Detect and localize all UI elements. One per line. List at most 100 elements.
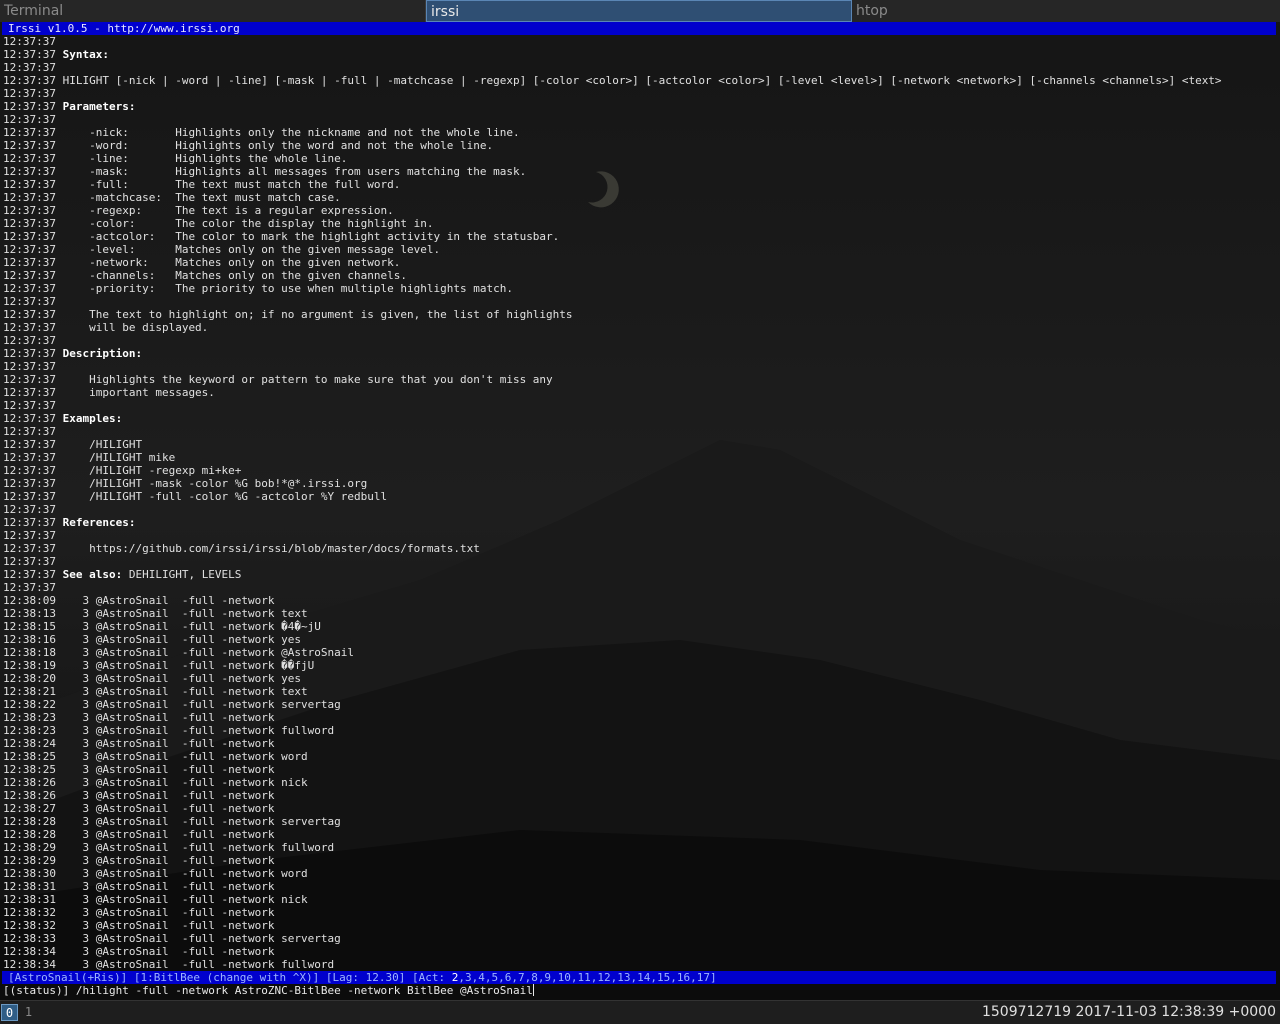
- section-heading: Description:: [62, 347, 143, 360]
- scrollback-line: 12:37:37 -nick: Highlights only the nick…: [3, 126, 1277, 139]
- timestamp: 12:38:20: [3, 672, 56, 685]
- message-text: 3 @AstroSnail -full -network nick: [62, 893, 308, 906]
- message-text: 3 @AstroSnail -full -network: [62, 828, 275, 841]
- tab-irssi[interactable]: irssi: [426, 0, 852, 22]
- timestamp: 12:37:37: [3, 386, 56, 399]
- message-text: /HILIGHT -full -color %G -actcolor %Y re…: [62, 490, 388, 503]
- scrollback-line: 12:38:29 3 @AstroSnail -full -network: [3, 854, 1277, 867]
- timestamp: 12:38:32: [3, 906, 56, 919]
- scrollback-line: 12:38:27 3 @AstroSnail -full -network: [3, 802, 1277, 815]
- timestamp: 12:38:32: [3, 919, 56, 932]
- message-text: 3 @AstroSnail -full -network: [62, 854, 275, 867]
- message-text: -channels: Matches only on the given cha…: [62, 269, 407, 282]
- timestamp: 12:37:37: [3, 126, 56, 139]
- scrollback-line: 12:38:09 3 @AstroSnail -full -network: [3, 594, 1277, 607]
- scrollback-line: 12:37:37: [3, 581, 1277, 594]
- scrollback-line: 12:37:37 References:: [3, 516, 1277, 529]
- timestamp: 12:37:37: [3, 152, 56, 165]
- scrollback-line: 12:38:34 3 @AstroSnail -full -network fu…: [3, 958, 1277, 971]
- timestamp: 12:37:37: [3, 529, 56, 542]
- timestamp: 12:37:37: [3, 399, 56, 412]
- message-text: 3 @AstroSnail -full -network: [62, 919, 275, 932]
- scrollback-line: 12:37:37 Parameters:: [3, 100, 1277, 113]
- timestamp: 12:38:27: [3, 802, 56, 815]
- timestamp: 12:38:26: [3, 789, 56, 802]
- scrollback-line: 12:38:15 3 @AstroSnail -full -network �4…: [3, 620, 1277, 633]
- timestamp: 12:37:37: [3, 217, 56, 230]
- message-text: will be displayed.: [62, 321, 209, 334]
- timestamp: 12:38:21: [3, 685, 56, 698]
- scrollback-line: 12:37:37 /HILIGHT -regexp mi+ke+: [3, 464, 1277, 477]
- timestamp: 12:38:19: [3, 659, 56, 672]
- section-heading: Examples:: [62, 412, 123, 425]
- scrollback-line: 12:37:37 HILIGHT [-nick | -word | -line]…: [3, 74, 1277, 87]
- irssi-status-bar: [AstroSnail(+Ris)] [1:BitlBee (change wi…: [2, 971, 1276, 984]
- message-text: 3 @AstroSnail -full -network yes: [62, 672, 302, 685]
- timestamp: 12:37:37: [3, 243, 56, 256]
- scrollback-line: 12:38:32 3 @AstroSnail -full -network: [3, 906, 1277, 919]
- scrollback-line: 12:37:37 Syntax:: [3, 48, 1277, 61]
- section-heading: See also:: [62, 568, 123, 581]
- scrollback-line: 12:37:37 See also: DEHILIGHT, LEVELS: [3, 568, 1277, 581]
- message-text: 3 @AstroSnail -full -network nick: [62, 776, 308, 789]
- timestamp: 12:37:37: [3, 35, 56, 48]
- scrollback-line: 12:37:37 -full: The text must match the …: [3, 178, 1277, 191]
- scrollback-line: 12:38:26 3 @AstroSnail -full -network ni…: [3, 776, 1277, 789]
- message-text: -nick: Highlights only the nickname and …: [62, 126, 520, 139]
- timestamp: 12:37:37: [3, 139, 56, 152]
- timestamp: 12:37:37: [3, 555, 56, 568]
- timestamp: 12:37:37: [3, 48, 56, 61]
- message-text: 3 @AstroSnail -full -network �4�~jU: [62, 620, 321, 633]
- timestamp: 12:37:37: [3, 347, 56, 360]
- message-text: 3 @AstroSnail -full -network: [62, 737, 275, 750]
- timestamp: 12:37:37: [3, 542, 56, 555]
- message-text: 3 @AstroSnail -full -network: [62, 880, 275, 893]
- tab-terminal[interactable]: Terminal: [0, 0, 426, 22]
- scrollback-line: 12:37:37: [3, 425, 1277, 438]
- scrollback-line: 12:37:37 -level: Matches only on the giv…: [3, 243, 1277, 256]
- timestamp: 12:37:37: [3, 295, 56, 308]
- scrollback-line: 12:38:25 3 @AstroSnail -full -network: [3, 763, 1277, 776]
- input-prompt: [(status)]: [3, 984, 76, 997]
- message-text: /HILIGHT -mask -color %G bob!*@*.irssi.o…: [62, 477, 368, 490]
- workspace-0-button[interactable]: 0: [1, 1004, 18, 1021]
- timestamp: 12:38:31: [3, 880, 56, 893]
- timestamp: 12:37:37: [3, 191, 56, 204]
- irssi-title-bar: Irssi v1.0.5 - http://www.irssi.org: [2, 22, 1276, 35]
- timestamp: 12:38:29: [3, 854, 56, 867]
- scrollback-line: 12:38:19 3 @AstroSnail -full -network ��…: [3, 659, 1277, 672]
- scrollback-line: 12:38:26 3 @AstroSnail -full -network: [3, 789, 1277, 802]
- scrollback-line: 12:37:37: [3, 529, 1277, 542]
- timestamp: 12:37:37: [3, 100, 56, 113]
- scrollback-line: 12:38:34 3 @AstroSnail -full -network: [3, 945, 1277, 958]
- message-text: /HILIGHT -regexp mi+ke+: [62, 464, 242, 477]
- timestamp: 12:38:15: [3, 620, 56, 633]
- message-text: -line: Highlights the whole line.: [62, 152, 348, 165]
- scrollback-line: 12:38:24 3 @AstroSnail -full -network: [3, 737, 1277, 750]
- timestamp: 12:37:37: [3, 165, 56, 178]
- message-text: 3 @AstroSnail -full -network word: [62, 750, 308, 763]
- timestamp: 12:37:37: [3, 308, 56, 321]
- message-text: -level: Matches only on the given messag…: [62, 243, 441, 256]
- scrollback-line: 12:38:28 3 @AstroSnail -full -network: [3, 828, 1277, 841]
- message-text: -color: The color the display the highli…: [62, 217, 434, 230]
- panel-bar: 0 1 1509712719 2017-11-03 12:38:39 +0000: [0, 1000, 1280, 1024]
- scrollback-line: 12:38:13 3 @AstroSnail -full -network te…: [3, 607, 1277, 620]
- timestamp: 12:38:25: [3, 763, 56, 776]
- scrollback-buffer[interactable]: 12:37:37 12:37:37 Syntax: 12:37:37 12:37:…: [3, 35, 1277, 971]
- scrollback-line: 12:38:20 3 @AstroSnail -full -network ye…: [3, 672, 1277, 685]
- timestamp: 12:38:25: [3, 750, 56, 763]
- scrollback-line: 12:37:37 -actcolor: The color to mark th…: [3, 230, 1277, 243]
- timestamp: 12:37:37: [3, 568, 56, 581]
- command-input-line[interactable]: [(status)] /hilight -full -network Astro…: [3, 984, 1277, 997]
- timestamp: 12:37:37: [3, 360, 56, 373]
- command-input[interactable]: /hilight -full -network AstroZNC-BitlBee…: [76, 984, 533, 997]
- workspace-1-button[interactable]: 1: [20, 1004, 37, 1021]
- message-text: -regexp: The text is a regular expressio…: [62, 204, 394, 217]
- scrollback-line: 12:38:31 3 @AstroSnail -full -network: [3, 880, 1277, 893]
- scrollback-line: 12:38:33 3 @AstroSnail -full -network se…: [3, 932, 1277, 945]
- timestamp: 12:37:37: [3, 334, 56, 347]
- message-text: 3 @AstroSnail -full -network: [62, 594, 275, 607]
- scrollback-line: 12:37:37 The text to highlight on; if no…: [3, 308, 1277, 321]
- tab-htop[interactable]: htop: [852, 0, 1280, 22]
